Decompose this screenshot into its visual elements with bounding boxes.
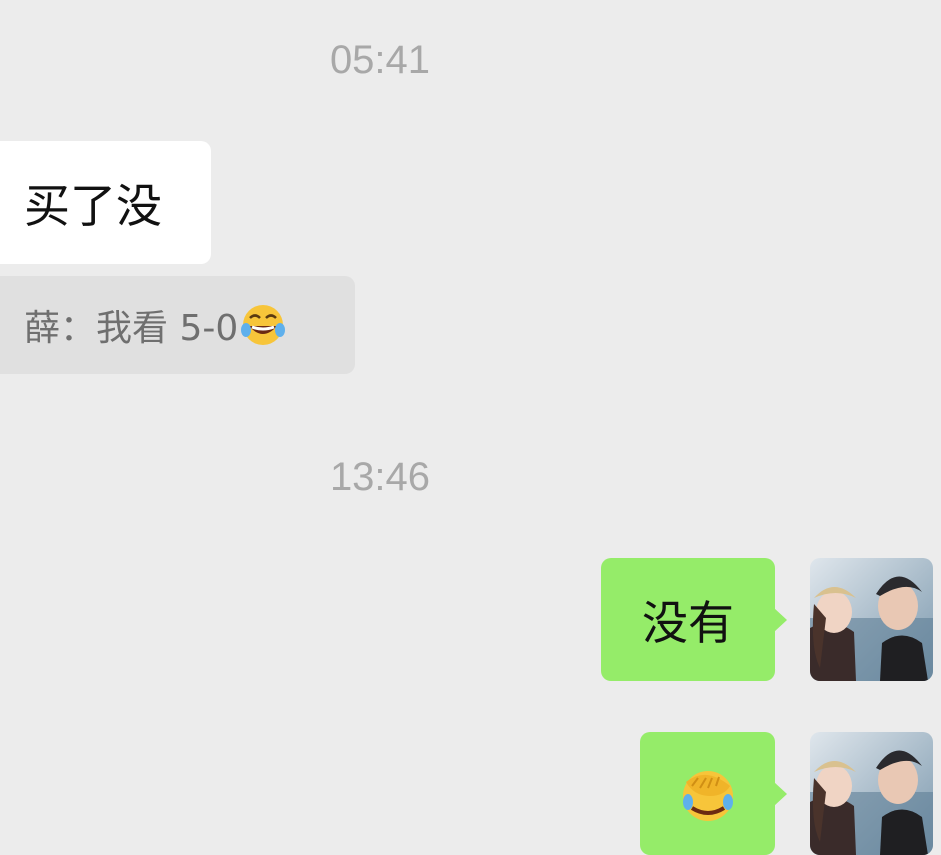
tears-of-joy-emoji-icon bbox=[241, 305, 286, 345]
avatar-photo bbox=[810, 558, 933, 681]
outgoing-message-text: 没有 bbox=[642, 595, 734, 650]
avatar[interactable] bbox=[810, 558, 933, 681]
quoted-message[interactable]: 薛：我看 5-0 bbox=[0, 276, 355, 374]
quoted-message-text: 薛：我看 5-0 bbox=[24, 308, 239, 349]
timestamp: 13:46 bbox=[329, 455, 431, 499]
avatar[interactable] bbox=[810, 732, 933, 855]
incoming-message-bubble[interactable]: 买了没 bbox=[0, 141, 211, 264]
incoming-message-text: 买了没 bbox=[24, 178, 162, 233]
facepalm-emoji-icon bbox=[682, 770, 733, 821]
timestamp: 05:41 bbox=[329, 38, 431, 82]
avatar-photo bbox=[810, 732, 933, 855]
outgoing-message-bubble[interactable]: 没有 bbox=[601, 558, 787, 681]
outgoing-emoji-bubble[interactable] bbox=[640, 732, 787, 855]
